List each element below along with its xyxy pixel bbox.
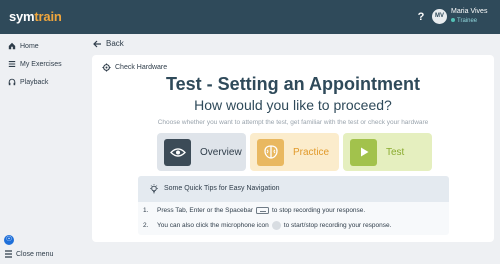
logo-main: sym	[9, 9, 35, 24]
sidebar-item-label: Home	[20, 42, 39, 50]
user-role-label: Trainee	[457, 18, 478, 24]
tip-text-start: Press Tab, Enter or the Spacebar	[157, 207, 253, 214]
instruction-text: Choose whether you want to attempt the t…	[157, 119, 429, 126]
top-bar: symtrain ? MV Maria Vives Trainee	[0, 0, 500, 34]
check-hardware-button[interactable]: Check Hardware	[102, 63, 167, 72]
sidebar-item-label: Playback	[20, 78, 49, 86]
sidebar-item-home[interactable]: Home	[8, 42, 39, 50]
avatar[interactable]: MV	[432, 9, 447, 24]
page-title: Test - Setting an Appointment	[166, 74, 420, 94]
main-card: Check Hardware Test - Setting an Appoint…	[92, 55, 494, 242]
close-menu-label: Close menu	[16, 250, 54, 258]
sidebar: Home My Exercises Playback	[0, 34, 84, 264]
tip-text-end: to start/stop recording your response.	[283, 222, 392, 229]
close-menu-button[interactable]: Close menu	[4, 250, 53, 258]
logo-accent: train	[34, 9, 62, 24]
eye-icon	[164, 138, 191, 166]
overview-button[interactable]: Overview	[157, 133, 246, 171]
quick-tips-header: Some Quick Tips for Easy Navigation	[138, 176, 449, 202]
accessibility-icon[interactable]: ☉	[4, 235, 14, 245]
practice-button[interactable]: Practice	[250, 133, 339, 171]
test-label: Test	[386, 146, 405, 158]
collapse-menu-icon	[5, 250, 12, 258]
quick-tips-panel: Some Quick Tips for Easy Navigation 1. P…	[138, 176, 449, 235]
list-icon	[8, 61, 16, 67]
headphones-icon	[8, 78, 16, 86]
test-button[interactable]: Test	[343, 133, 432, 171]
tip-item: 1. Press Tab, Enter or the Spacebar to s…	[143, 207, 365, 214]
microphone-icon	[271, 221, 281, 230]
home-icon	[8, 42, 16, 50]
help-icon[interactable]: ?	[414, 10, 428, 24]
tip-number: 2.	[143, 222, 149, 229]
tip-text-end: to stop recording your response.	[272, 207, 366, 214]
back-label: Back	[106, 39, 124, 48]
user-name: Maria Vives	[451, 8, 488, 15]
tip-text-start: You can also click the microphone icon	[157, 222, 269, 229]
role-status-dot	[451, 18, 455, 23]
back-button[interactable]: Back	[93, 39, 124, 48]
arrow-left-icon	[93, 40, 101, 47]
check-hardware-label: Check Hardware	[115, 64, 168, 71]
sidebar-item-label: My Exercises	[20, 60, 62, 68]
brain-icon	[257, 138, 284, 166]
quick-tips-title: Some Quick Tips for Easy Navigation	[164, 185, 280, 192]
page-subtitle: How would you like to proceed?	[194, 97, 392, 113]
tip-item: 2. You can also click the microphone ico…	[143, 221, 391, 230]
user-role: Trainee	[451, 18, 477, 24]
practice-label: Practice	[293, 146, 330, 158]
lightbulb-icon	[150, 184, 158, 194]
app-logo[interactable]: symtrain	[9, 9, 62, 24]
gear-icon	[102, 63, 111, 72]
tip-number: 1.	[143, 207, 149, 214]
sidebar-item-playback[interactable]: Playback	[8, 78, 48, 86]
spacebar-key-icon	[256, 207, 269, 214]
play-icon	[350, 138, 377, 166]
sidebar-item-my-exercises[interactable]: My Exercises	[8, 60, 62, 68]
overview-label: Overview	[200, 146, 242, 158]
